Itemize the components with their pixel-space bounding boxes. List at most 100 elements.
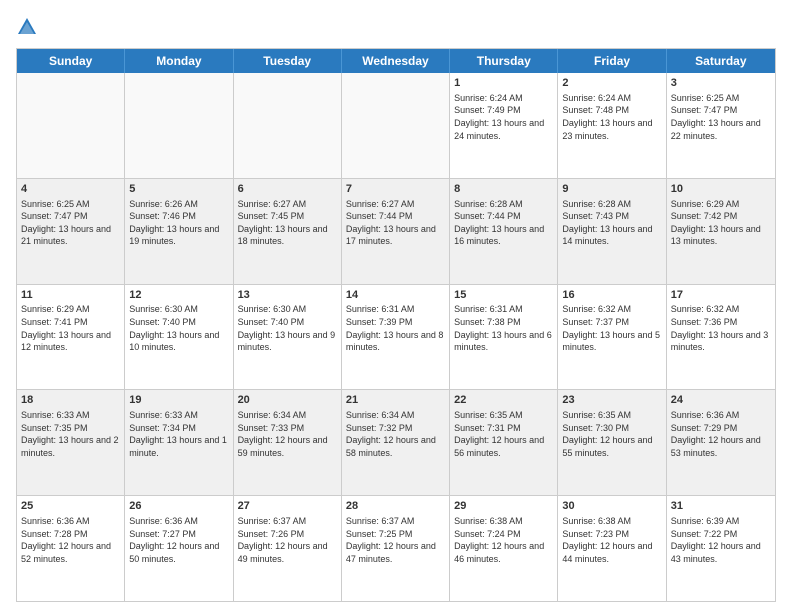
cell-info: Sunrise: 6:35 AM Sunset: 7:30 PM Dayligh… <box>562 409 661 459</box>
calendar-cell <box>17 73 125 178</box>
cell-info: Sunrise: 6:36 AM Sunset: 7:28 PM Dayligh… <box>21 515 120 565</box>
cell-info: Sunrise: 6:34 AM Sunset: 7:32 PM Dayligh… <box>346 409 445 459</box>
day-number: 28 <box>346 499 445 514</box>
calendar-header-cell: Sunday <box>17 49 125 73</box>
calendar-week-row: 25Sunrise: 6:36 AM Sunset: 7:28 PM Dayli… <box>17 495 775 601</box>
calendar-cell: 8Sunrise: 6:28 AM Sunset: 7:44 PM Daylig… <box>450 179 558 284</box>
calendar-cell: 12Sunrise: 6:30 AM Sunset: 7:40 PM Dayli… <box>125 285 233 390</box>
calendar-cell: 2Sunrise: 6:24 AM Sunset: 7:48 PM Daylig… <box>558 73 666 178</box>
day-number: 1 <box>454 76 553 91</box>
calendar-cell: 15Sunrise: 6:31 AM Sunset: 7:38 PM Dayli… <box>450 285 558 390</box>
calendar-cell: 25Sunrise: 6:36 AM Sunset: 7:28 PM Dayli… <box>17 496 125 601</box>
day-number: 11 <box>21 288 120 303</box>
calendar-header-cell: Thursday <box>450 49 558 73</box>
cell-info: Sunrise: 6:33 AM Sunset: 7:35 PM Dayligh… <box>21 409 120 459</box>
day-number: 31 <box>671 499 771 514</box>
header <box>16 16 776 38</box>
calendar-cell: 30Sunrise: 6:38 AM Sunset: 7:23 PM Dayli… <box>558 496 666 601</box>
cell-info: Sunrise: 6:33 AM Sunset: 7:34 PM Dayligh… <box>129 409 228 459</box>
cell-info: Sunrise: 6:32 AM Sunset: 7:37 PM Dayligh… <box>562 303 661 353</box>
calendar-week-row: 18Sunrise: 6:33 AM Sunset: 7:35 PM Dayli… <box>17 389 775 495</box>
calendar-cell: 16Sunrise: 6:32 AM Sunset: 7:37 PM Dayli… <box>558 285 666 390</box>
calendar-cell: 24Sunrise: 6:36 AM Sunset: 7:29 PM Dayli… <box>667 390 775 495</box>
calendar-cell: 23Sunrise: 6:35 AM Sunset: 7:30 PM Dayli… <box>558 390 666 495</box>
calendar-week-row: 4Sunrise: 6:25 AM Sunset: 7:47 PM Daylig… <box>17 178 775 284</box>
calendar-header-cell: Friday <box>558 49 666 73</box>
cell-info: Sunrise: 6:31 AM Sunset: 7:38 PM Dayligh… <box>454 303 553 353</box>
day-number: 27 <box>238 499 337 514</box>
day-number: 24 <box>671 393 771 408</box>
calendar-week-row: 11Sunrise: 6:29 AM Sunset: 7:41 PM Dayli… <box>17 284 775 390</box>
calendar-cell: 5Sunrise: 6:26 AM Sunset: 7:46 PM Daylig… <box>125 179 233 284</box>
day-number: 5 <box>129 182 228 197</box>
day-number: 23 <box>562 393 661 408</box>
cell-info: Sunrise: 6:30 AM Sunset: 7:40 PM Dayligh… <box>129 303 228 353</box>
day-number: 20 <box>238 393 337 408</box>
calendar-cell <box>342 73 450 178</box>
calendar-cell: 3Sunrise: 6:25 AM Sunset: 7:47 PM Daylig… <box>667 73 775 178</box>
day-number: 25 <box>21 499 120 514</box>
calendar-cell: 14Sunrise: 6:31 AM Sunset: 7:39 PM Dayli… <box>342 285 450 390</box>
day-number: 21 <box>346 393 445 408</box>
cell-info: Sunrise: 6:29 AM Sunset: 7:41 PM Dayligh… <box>21 303 120 353</box>
day-number: 15 <box>454 288 553 303</box>
day-number: 3 <box>671 76 771 91</box>
calendar-week-row: 1Sunrise: 6:24 AM Sunset: 7:49 PM Daylig… <box>17 73 775 178</box>
cell-info: Sunrise: 6:39 AM Sunset: 7:22 PM Dayligh… <box>671 515 771 565</box>
calendar-body: 1Sunrise: 6:24 AM Sunset: 7:49 PM Daylig… <box>17 73 775 601</box>
day-number: 10 <box>671 182 771 197</box>
day-number: 29 <box>454 499 553 514</box>
day-number: 22 <box>454 393 553 408</box>
cell-info: Sunrise: 6:25 AM Sunset: 7:47 PM Dayligh… <box>21 198 120 248</box>
calendar-cell: 27Sunrise: 6:37 AM Sunset: 7:26 PM Dayli… <box>234 496 342 601</box>
day-number: 7 <box>346 182 445 197</box>
calendar-header-cell: Saturday <box>667 49 775 73</box>
calendar-cell: 7Sunrise: 6:27 AM Sunset: 7:44 PM Daylig… <box>342 179 450 284</box>
cell-info: Sunrise: 6:24 AM Sunset: 7:48 PM Dayligh… <box>562 92 661 142</box>
calendar-cell: 20Sunrise: 6:34 AM Sunset: 7:33 PM Dayli… <box>234 390 342 495</box>
calendar-cell: 19Sunrise: 6:33 AM Sunset: 7:34 PM Dayli… <box>125 390 233 495</box>
day-number: 16 <box>562 288 661 303</box>
day-number: 9 <box>562 182 661 197</box>
day-number: 30 <box>562 499 661 514</box>
cell-info: Sunrise: 6:35 AM Sunset: 7:31 PM Dayligh… <box>454 409 553 459</box>
cell-info: Sunrise: 6:26 AM Sunset: 7:46 PM Dayligh… <box>129 198 228 248</box>
day-number: 14 <box>346 288 445 303</box>
cell-info: Sunrise: 6:25 AM Sunset: 7:47 PM Dayligh… <box>671 92 771 142</box>
day-number: 18 <box>21 393 120 408</box>
cell-info: Sunrise: 6:36 AM Sunset: 7:27 PM Dayligh… <box>129 515 228 565</box>
calendar-cell: 11Sunrise: 6:29 AM Sunset: 7:41 PM Dayli… <box>17 285 125 390</box>
cell-info: Sunrise: 6:27 AM Sunset: 7:44 PM Dayligh… <box>346 198 445 248</box>
calendar-cell: 17Sunrise: 6:32 AM Sunset: 7:36 PM Dayli… <box>667 285 775 390</box>
cell-info: Sunrise: 6:38 AM Sunset: 7:23 PM Dayligh… <box>562 515 661 565</box>
calendar-cell: 6Sunrise: 6:27 AM Sunset: 7:45 PM Daylig… <box>234 179 342 284</box>
calendar-cell: 10Sunrise: 6:29 AM Sunset: 7:42 PM Dayli… <box>667 179 775 284</box>
day-number: 8 <box>454 182 553 197</box>
cell-info: Sunrise: 6:28 AM Sunset: 7:44 PM Dayligh… <box>454 198 553 248</box>
cell-info: Sunrise: 6:29 AM Sunset: 7:42 PM Dayligh… <box>671 198 771 248</box>
calendar-cell: 4Sunrise: 6:25 AM Sunset: 7:47 PM Daylig… <box>17 179 125 284</box>
calendar-cell <box>125 73 233 178</box>
day-number: 17 <box>671 288 771 303</box>
day-number: 26 <box>129 499 228 514</box>
cell-info: Sunrise: 6:37 AM Sunset: 7:25 PM Dayligh… <box>346 515 445 565</box>
logo-icon <box>16 16 38 38</box>
day-number: 13 <box>238 288 337 303</box>
day-number: 4 <box>21 182 120 197</box>
logo <box>16 16 42 38</box>
calendar-cell: 1Sunrise: 6:24 AM Sunset: 7:49 PM Daylig… <box>450 73 558 178</box>
day-number: 6 <box>238 182 337 197</box>
calendar-cell: 9Sunrise: 6:28 AM Sunset: 7:43 PM Daylig… <box>558 179 666 284</box>
calendar-cell: 29Sunrise: 6:38 AM Sunset: 7:24 PM Dayli… <box>450 496 558 601</box>
cell-info: Sunrise: 6:24 AM Sunset: 7:49 PM Dayligh… <box>454 92 553 142</box>
day-number: 12 <box>129 288 228 303</box>
cell-info: Sunrise: 6:34 AM Sunset: 7:33 PM Dayligh… <box>238 409 337 459</box>
cell-info: Sunrise: 6:30 AM Sunset: 7:40 PM Dayligh… <box>238 303 337 353</box>
cell-info: Sunrise: 6:38 AM Sunset: 7:24 PM Dayligh… <box>454 515 553 565</box>
calendar-cell: 26Sunrise: 6:36 AM Sunset: 7:27 PM Dayli… <box>125 496 233 601</box>
day-number: 19 <box>129 393 228 408</box>
cell-info: Sunrise: 6:32 AM Sunset: 7:36 PM Dayligh… <box>671 303 771 353</box>
calendar-cell <box>234 73 342 178</box>
calendar-header-cell: Wednesday <box>342 49 450 73</box>
calendar-cell: 28Sunrise: 6:37 AM Sunset: 7:25 PM Dayli… <box>342 496 450 601</box>
